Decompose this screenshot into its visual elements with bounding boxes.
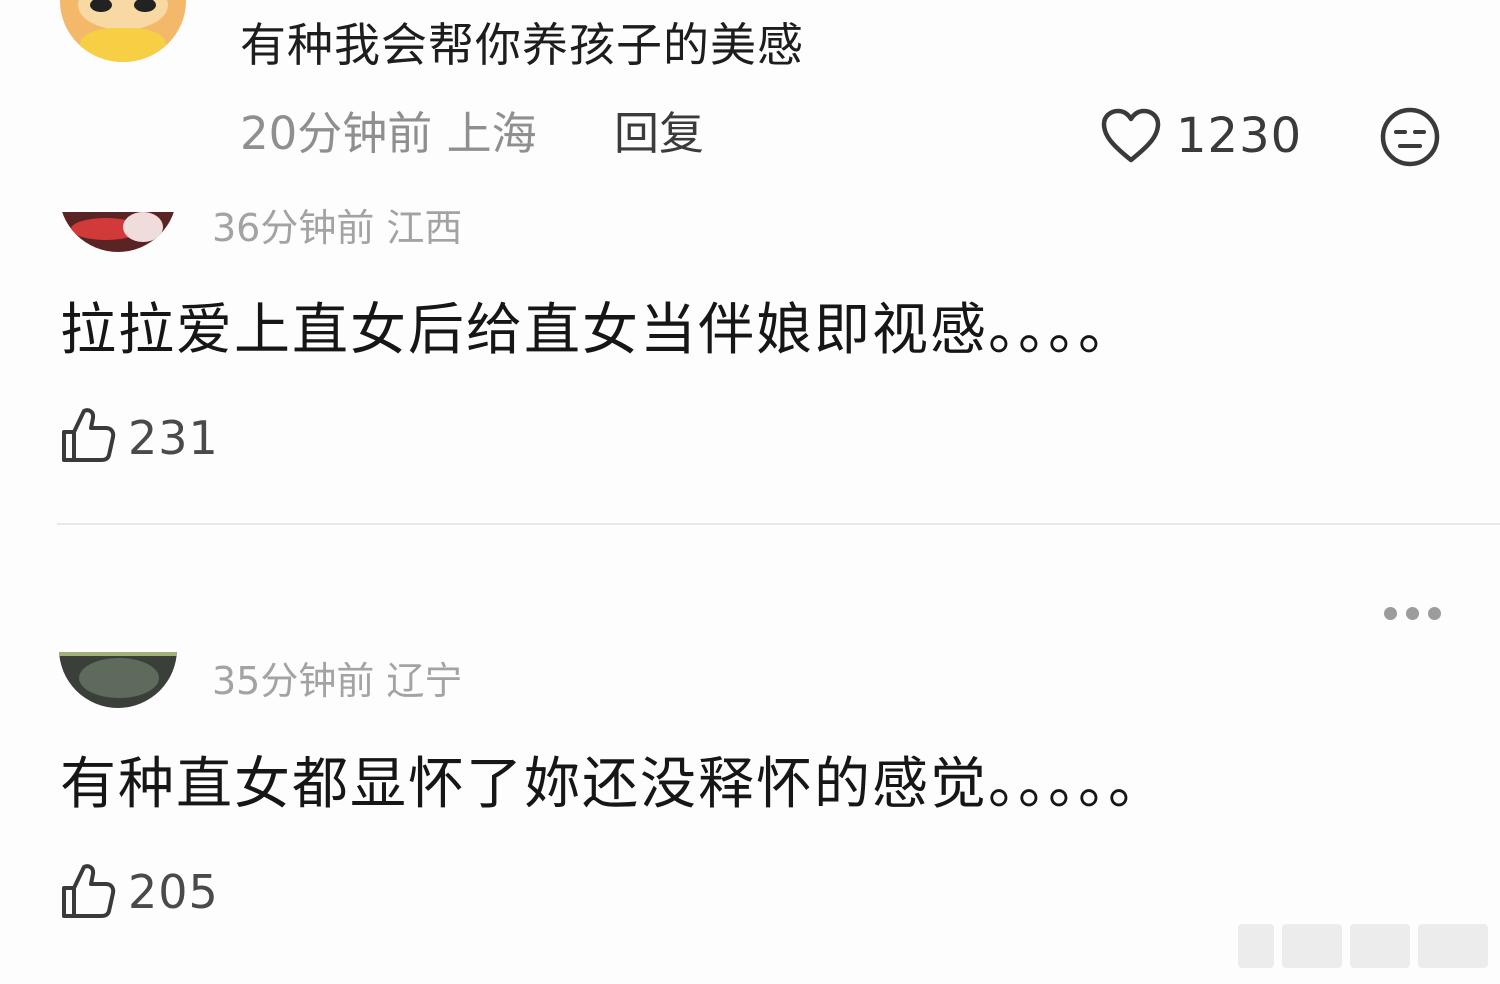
- top-comment-meta: 20分钟前 上海: [240, 107, 537, 160]
- comment-text: 有种直女都显怀了妳还没释怀的感觉。。。。。: [60, 752, 1166, 817]
- watermark: [1238, 924, 1488, 968]
- dot: [1384, 607, 1397, 620]
- dot: [1406, 607, 1419, 620]
- divider: [57, 523, 1500, 525]
- more-dots-icon[interactable]: [1383, 604, 1443, 624]
- like-count: 231: [128, 411, 219, 465]
- avatar-collar: [80, 28, 166, 62]
- avatar-detail: [79, 658, 159, 698]
- top-comment-avatar[interactable]: [60, 0, 186, 62]
- comment-text: 拉拉爱上直女后给直女当伴娘即视感。。。。: [60, 298, 1136, 363]
- comment-meta: 36分钟前 江西: [212, 206, 463, 250]
- reply-button[interactable]: 回复: [614, 104, 704, 164]
- top-comment-text: 有种我会帮你养孩子的美感: [240, 18, 804, 72]
- avatar-occlusion: [40, 560, 220, 652]
- like-count: 1230: [1176, 108, 1303, 164]
- comment-meta: 35分钟前 辽宁: [212, 659, 463, 703]
- avatar-occlusion: [40, 120, 220, 212]
- thumbs-up-icon[interactable]: [60, 862, 116, 920]
- avatar-detail: [123, 212, 163, 242]
- expressionless-face-icon[interactable]: [1378, 106, 1442, 168]
- heart-icon[interactable]: [1101, 108, 1161, 164]
- thumbs-up-icon[interactable]: [60, 406, 116, 464]
- like-count: 205: [128, 865, 219, 919]
- dot: [1428, 607, 1441, 620]
